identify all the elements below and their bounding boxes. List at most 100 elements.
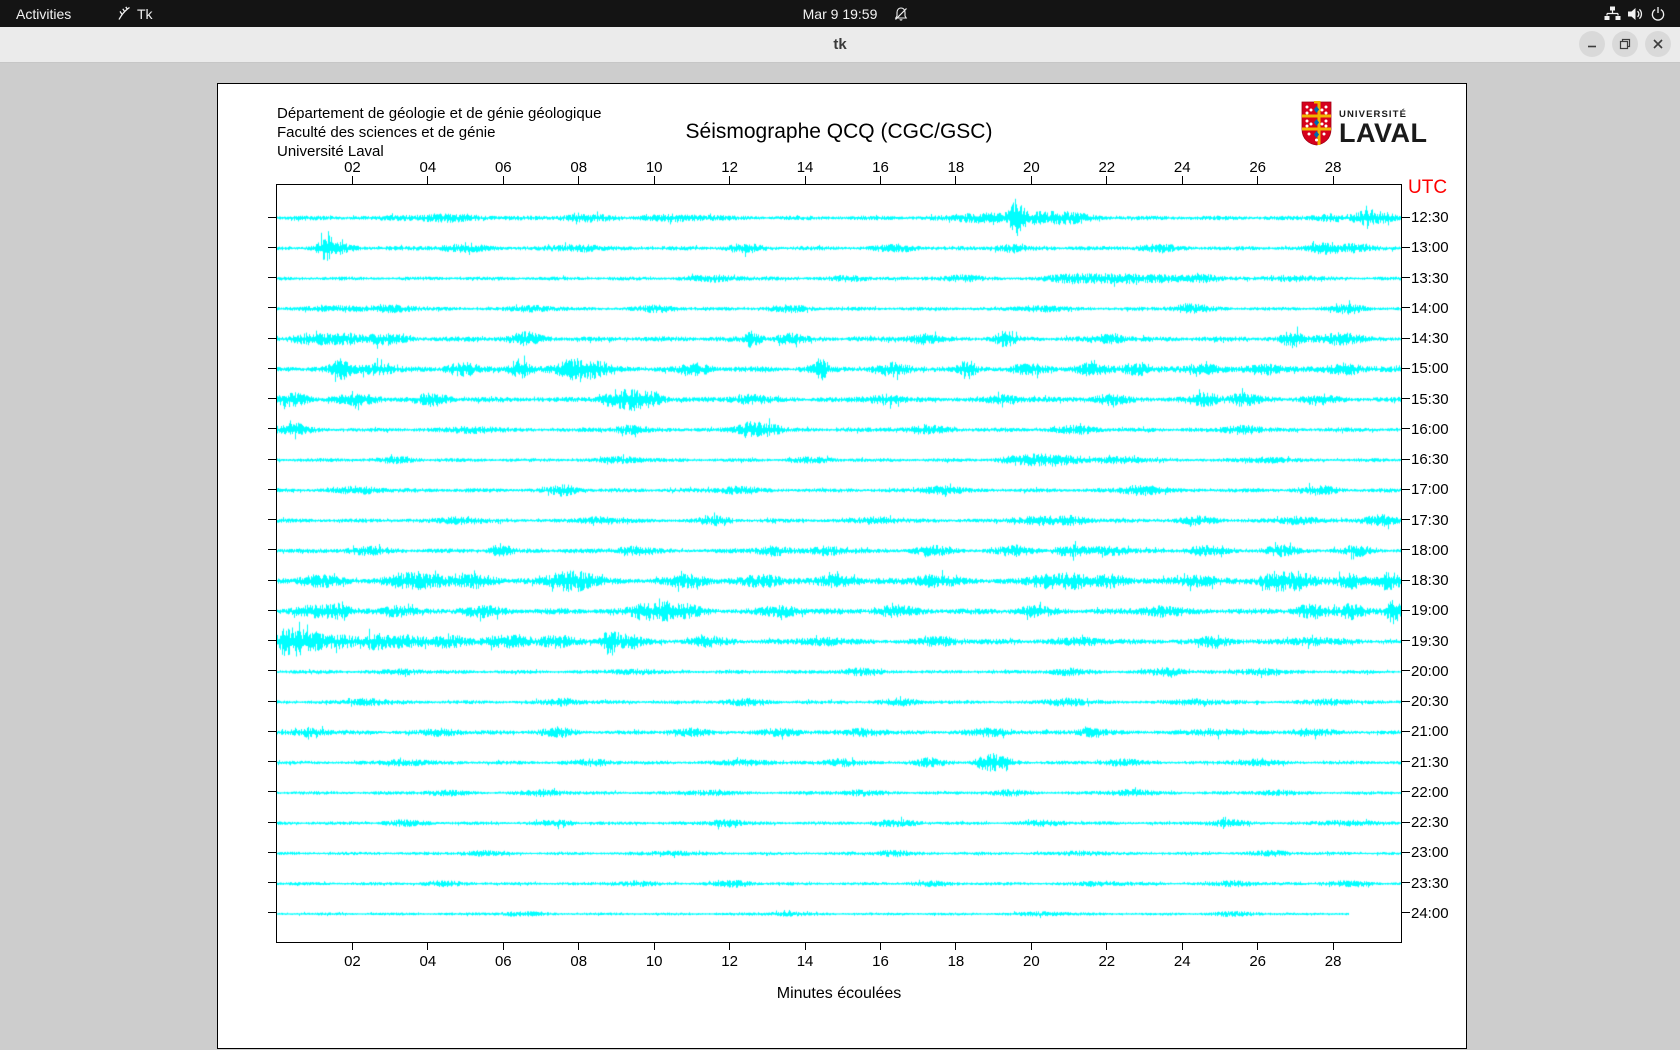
row-tick-left [268, 519, 276, 521]
row-tick-right [1402, 670, 1410, 672]
row-tick-left [268, 851, 276, 853]
row-tick-left [268, 307, 276, 309]
x-tick-label-top: 22 [1098, 159, 1116, 176]
x-tick-top [804, 176, 806, 184]
x-tick-label-bottom: 20 [1023, 953, 1040, 970]
row-utc-label: 22:00 [1411, 783, 1449, 801]
utc-axis-label: UTC [1408, 177, 1448, 198]
row-tick-right [1402, 821, 1410, 823]
x-tick-label-bottom: 28 [1324, 953, 1342, 970]
app-name-label: Tk [137, 5, 153, 22]
x-tick-label-bottom: 02 [344, 953, 361, 970]
x-tick-top [1030, 176, 1032, 184]
row-utc-label: 20:30 [1411, 693, 1449, 711]
x-tick-bottom [578, 943, 580, 950]
window-title-bar[interactable]: tk [0, 27, 1680, 63]
x-tick-bottom [804, 943, 806, 950]
row-tick-right [1402, 519, 1410, 521]
row-tick-right [1402, 579, 1410, 581]
gnome-top-bar: Activities Tk Mar 9 19:59 [0, 0, 1680, 27]
x-tick-label-top: 02 [344, 159, 361, 176]
row-tick-right [1402, 640, 1410, 642]
focused-app-menu[interactable]: Tk [116, 0, 153, 27]
row-tick-right [1402, 549, 1410, 551]
restore-button[interactable] [1612, 31, 1638, 57]
x-tick-bottom [1106, 943, 1108, 950]
row-tick-left [268, 670, 276, 672]
row-utc-label: 15:00 [1411, 360, 1449, 378]
row-utc-label: 14:30 [1411, 330, 1449, 348]
volume-icon [1627, 6, 1644, 22]
x-tick-label-top: 14 [796, 159, 814, 176]
window-controls [1579, 31, 1671, 57]
row-tick-right [1402, 488, 1410, 490]
row-tick-right [1402, 337, 1410, 339]
row-tick-left [268, 700, 276, 702]
x-tick-label-top: 06 [494, 159, 512, 176]
activities-button[interactable]: Activities [16, 0, 71, 27]
x-tick-label-bottom: 18 [947, 953, 965, 970]
desktop: Activities Tk Mar 9 19:59 tk Département… [0, 0, 1680, 1050]
x-tick-label-top: 08 [570, 159, 588, 176]
row-utc-label: 20:00 [1411, 662, 1449, 680]
row-tick-left [268, 337, 276, 339]
x-tick-top [427, 176, 429, 184]
x-tick-bottom [1181, 943, 1183, 950]
row-utc-label: 14:00 [1411, 299, 1449, 317]
x-tick-label-bottom: 10 [645, 953, 663, 970]
x-tick-top [653, 176, 655, 184]
minimize-button[interactable] [1579, 31, 1605, 57]
row-utc-label: 15:30 [1411, 390, 1449, 408]
row-tick-left [268, 791, 276, 793]
row-tick-left [268, 761, 276, 763]
x-tick-label-bottom: 06 [494, 953, 512, 970]
row-utc-label: 16:00 [1411, 420, 1449, 438]
x-tick-label-top: 16 [872, 159, 889, 176]
row-tick-right [1402, 458, 1410, 460]
row-tick-left [268, 912, 276, 914]
x-tick-top [1332, 176, 1334, 184]
row-tick-left [268, 428, 276, 430]
row-utc-label: 18:00 [1411, 541, 1449, 559]
laval-shield-icon [1301, 100, 1332, 151]
laval-wordmark: UNIVERSITÉ LAVAL [1339, 109, 1427, 147]
row-tick-right [1402, 367, 1410, 369]
x-axis-title: Minutes écoulées [776, 985, 902, 1002]
row-tick-left [268, 579, 276, 581]
x-tick-label-bottom: 08 [570, 953, 588, 970]
x-tick-label-bottom: 16 [872, 953, 889, 970]
x-tick-label-top: 04 [419, 159, 437, 176]
x-tick-label-bottom: 26 [1249, 953, 1266, 970]
x-tick-bottom [351, 943, 353, 950]
row-tick-left [268, 458, 276, 460]
row-tick-right [1402, 851, 1410, 853]
row-utc-label: 19:00 [1411, 602, 1449, 620]
x-tick-label-top: 20 [1023, 159, 1040, 176]
universite-laval-logo: UNIVERSITÉ LAVAL [1301, 100, 1427, 151]
row-tick-right [1402, 246, 1410, 248]
system-status-area[interactable] [1604, 0, 1666, 27]
row-tick-left [268, 246, 276, 248]
network-wired-icon [1604, 6, 1621, 21]
clock-menu[interactable]: Mar 9 19:59 [803, 0, 878, 27]
x-tick-label-top: 10 [645, 159, 663, 176]
row-tick-right [1402, 307, 1410, 309]
x-tick-bottom [1257, 943, 1259, 950]
row-tick-left [268, 488, 276, 490]
close-button[interactable] [1645, 31, 1671, 57]
x-tick-bottom [955, 943, 957, 950]
row-tick-left [268, 821, 276, 823]
row-tick-right [1402, 730, 1410, 732]
x-tick-bottom [502, 943, 504, 950]
row-utc-label: 22:30 [1411, 814, 1449, 832]
row-tick-left [268, 882, 276, 884]
x-tick-top [879, 176, 881, 184]
tk-feather-icon [116, 6, 131, 21]
seismogram-plot [276, 184, 1402, 943]
row-utc-label: 19:30 [1411, 632, 1449, 650]
clock-label: Mar 9 19:59 [802, 5, 878, 22]
row-tick-left [268, 216, 276, 218]
x-tick-bottom [427, 943, 429, 950]
x-tick-top [351, 176, 353, 184]
x-tick-label-bottom: 22 [1098, 953, 1116, 970]
